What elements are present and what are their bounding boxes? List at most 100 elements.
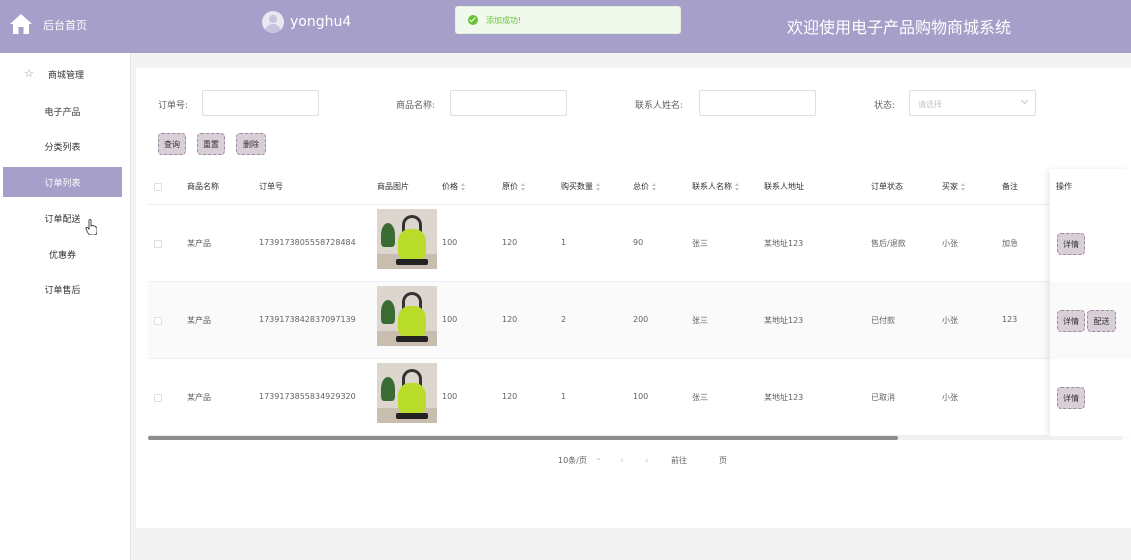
cell-product: 某产品 xyxy=(187,316,211,325)
cell-price: 100 xyxy=(442,315,458,324)
operations-column: 操作 详情 详情 配送 详情 xyxy=(1050,169,1131,436)
col-buyer-label: 买家 xyxy=(942,182,958,191)
detail-button[interactable]: 详情 xyxy=(1057,233,1085,255)
col-price-label: 价格 xyxy=(442,182,458,191)
home-link[interactable]: 后台首页 xyxy=(0,0,131,53)
sidebar-item-products[interactable]: 电子产品 xyxy=(3,96,122,126)
col-buyer[interactable]: 买家 xyxy=(942,181,966,192)
col-contact-name-label: 联系人名称 xyxy=(692,182,732,191)
col-address: 联系人地址 xyxy=(764,182,804,191)
avatar xyxy=(262,11,284,33)
sort-icon[interactable] xyxy=(652,182,657,191)
sidebar-item-coupons[interactable]: 优惠券 xyxy=(3,239,122,269)
ops-row: 详情 xyxy=(1050,359,1131,436)
table-scrollbar-thumb[interactable] xyxy=(148,436,898,440)
query-button[interactable]: 查询 xyxy=(158,133,186,155)
cell-original-price: 120 xyxy=(502,392,518,401)
sort-icon[interactable] xyxy=(521,182,526,191)
sort-icon[interactable] xyxy=(735,182,740,191)
cell-contact-name: 张三 xyxy=(692,316,708,325)
cell-total: 200 xyxy=(633,315,649,324)
cell-total: 90 xyxy=(633,238,644,247)
ship-button[interactable]: 配送 xyxy=(1087,310,1116,332)
sidebar-item-delivery[interactable]: 订单配送 xyxy=(3,203,122,233)
order-no-input[interactable] xyxy=(202,90,319,116)
cell-original-price: 120 xyxy=(502,315,518,324)
table-row[interactable]: 某产品 1739173842837097139 100 120 2 200 张三… xyxy=(148,282,1122,359)
cell-quantity: 1 xyxy=(561,392,567,401)
hand-pointer-icon xyxy=(85,219,97,235)
orders-table: 商品名称 订单号 商品图片 价格 原价 购买数量 总价 联系人名称 联系人地址 … xyxy=(148,169,1122,436)
table-row[interactable]: 某产品 1739173805558728484 100 120 1 90 张三 … xyxy=(148,205,1122,282)
cell-price: 100 xyxy=(442,238,458,247)
col-quantity[interactable]: 购买数量 xyxy=(561,181,601,192)
col-status: 订单状态 xyxy=(871,182,903,191)
home-icon xyxy=(10,14,32,34)
reset-button[interactable]: 重置 xyxy=(197,133,225,155)
row-checkbox[interactable] xyxy=(154,394,162,402)
cell-remark: 123 xyxy=(1002,315,1018,324)
site-title: 欢迎使用电子产品购物商城系统 xyxy=(786,18,1011,37)
table-row[interactable]: 某产品 1739173855834929320 100 120 1 100 张三… xyxy=(148,359,1122,436)
status-label: 状态: xyxy=(874,101,896,111)
cell-quantity: 1 xyxy=(561,238,567,247)
row-checkbox[interactable] xyxy=(154,240,162,248)
chevron-down-icon[interactable]: ⌄ xyxy=(595,453,603,463)
col-total-label: 总价 xyxy=(633,182,649,191)
col-contact-name[interactable]: 联系人名称 xyxy=(692,181,740,192)
status-select[interactable]: 请选择 xyxy=(909,90,1036,116)
cell-address: 某地址123 xyxy=(764,393,804,402)
sort-icon[interactable] xyxy=(596,182,601,191)
cell-price: 100 xyxy=(442,392,458,401)
sidebar: ☆ 商城管理 电子产品 分类列表 订单列表 订单配送 优惠券 订单售后 xyxy=(0,53,131,560)
prev-page-icon[interactable]: ‹ xyxy=(620,456,624,466)
sidebar-group-label: 商城管理 xyxy=(48,71,85,81)
product-name-label: 商品名称: xyxy=(396,101,436,111)
cell-order-no: 1739173855834929320 xyxy=(259,392,356,401)
sidebar-item-orders[interactable]: 订单列表 xyxy=(3,167,122,197)
delete-button[interactable]: 删除 xyxy=(236,133,266,155)
cell-buyer: 小张 xyxy=(942,393,958,402)
select-all-checkbox[interactable] xyxy=(154,183,162,191)
cell-order-no: 1739173805558728484 xyxy=(259,238,356,247)
col-total[interactable]: 总价 xyxy=(633,181,657,192)
col-original-price-label: 原价 xyxy=(502,182,518,191)
cell-product: 某产品 xyxy=(187,239,211,248)
sidebar-item-aftersale[interactable]: 订单售后 xyxy=(3,274,122,304)
row-checkbox[interactable] xyxy=(154,317,162,325)
cell-total: 100 xyxy=(633,392,649,401)
sort-icon[interactable] xyxy=(461,182,466,191)
success-check-icon xyxy=(468,15,478,25)
col-remark: 备注 xyxy=(1002,182,1018,191)
cell-product: 某产品 xyxy=(187,393,211,402)
sidebar-item-categories[interactable]: 分类列表 xyxy=(3,131,122,161)
detail-button[interactable]: 详情 xyxy=(1057,310,1085,332)
col-order-no: 订单号 xyxy=(259,182,283,191)
cell-status: 已取消 xyxy=(871,393,895,402)
sort-icon[interactable] xyxy=(961,182,966,191)
col-price[interactable]: 价格 xyxy=(442,181,466,192)
product-image xyxy=(377,209,437,269)
next-page-icon[interactable]: › xyxy=(645,456,649,466)
cell-order-no: 1739173842837097139 xyxy=(259,315,356,324)
user-info[interactable]: yonghu4 xyxy=(262,11,351,33)
username: yonghu4 xyxy=(290,14,352,30)
cell-address: 某地址123 xyxy=(764,316,804,325)
contact-name-label: 联系人姓名: xyxy=(635,101,684,111)
cell-contact-name: 张三 xyxy=(692,239,708,248)
detail-button[interactable]: 详情 xyxy=(1057,387,1085,409)
sidebar-group-mall[interactable]: ☆ 商城管理 xyxy=(0,63,131,85)
cell-status: 已付款 xyxy=(871,316,895,325)
cell-buyer: 小张 xyxy=(942,239,958,248)
col-original-price[interactable]: 原价 xyxy=(502,181,526,192)
page-suffix: 页 xyxy=(719,456,727,465)
product-name-input[interactable] xyxy=(450,90,567,116)
cell-address: 某地址123 xyxy=(764,239,804,248)
contact-name-input[interactable] xyxy=(699,90,816,116)
page-size-select[interactable]: 10条/页 xyxy=(558,455,587,466)
cell-buyer: 小张 xyxy=(942,316,958,325)
success-toast: 添加成功! xyxy=(455,6,681,34)
product-image xyxy=(377,286,437,346)
toast-message: 添加成功! xyxy=(486,15,522,25)
cell-quantity: 2 xyxy=(561,315,567,324)
